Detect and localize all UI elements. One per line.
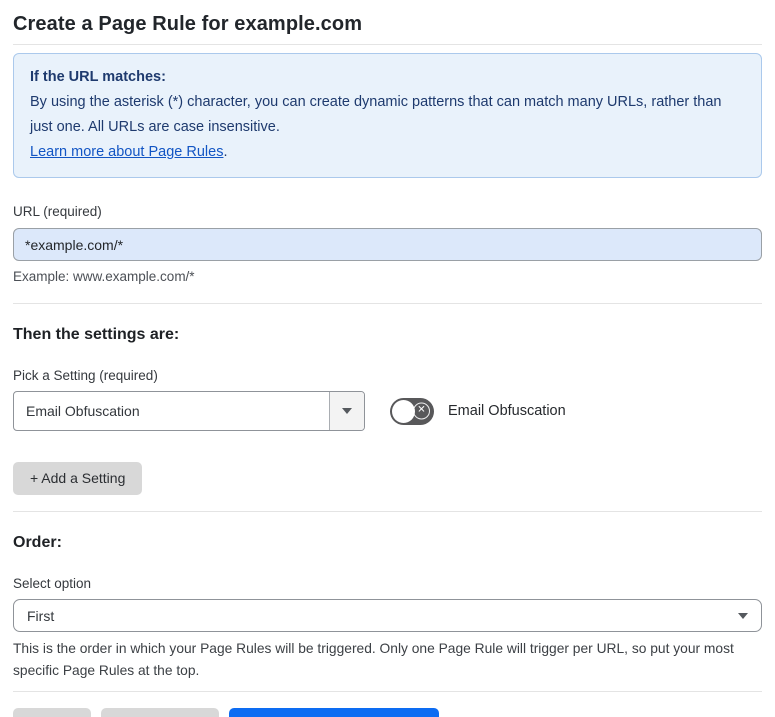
save-and-deploy-button[interactable]: Save and Deploy Page Rule — [229, 708, 440, 717]
pick-setting-label: Pick a Setting (required) — [13, 368, 158, 383]
link-suffix: . — [223, 144, 228, 160]
setting-row: Email Obfuscation ✕ Email Obfuscation — [13, 391, 762, 431]
chevron-down-icon — [738, 612, 748, 619]
footer-divider — [13, 691, 762, 692]
order-select-value: First — [27, 607, 55, 624]
email-obfuscation-toggle[interactable]: ✕ — [390, 397, 434, 425]
order-section-heading: Order: — [13, 534, 62, 551]
footer-actions: Cancel Save as Draft Save and Deploy Pag… — [13, 708, 762, 717]
url-field-label: URL (required) — [13, 204, 102, 219]
page-title: Create a Page Rule for example.com — [13, 13, 363, 35]
title-divider — [13, 44, 762, 45]
url-section-divider — [13, 303, 762, 304]
setting-select-arrow-button[interactable] — [329, 392, 364, 430]
toggle-knob — [392, 399, 415, 423]
url-input[interactable] — [13, 228, 762, 261]
url-match-info-box: If the URL matches: By using the asteris… — [13, 53, 762, 178]
info-box-link-line: Learn more about Page Rules. — [30, 140, 745, 165]
settings-section-divider — [13, 511, 762, 512]
order-description: This is the order in which your Page Rul… — [13, 641, 734, 678]
info-box-heading: If the URL matches: — [30, 69, 166, 85]
info-box-body: By using the asterisk (*) character, you… — [30, 94, 722, 135]
order-select-label: Select option — [13, 576, 92, 591]
url-example-text: Example: www.example.com/* — [13, 269, 195, 284]
chevron-down-icon — [342, 408, 352, 414]
cancel-button[interactable]: Cancel — [13, 708, 91, 717]
settings-section-heading: Then the settings are: — [13, 326, 180, 343]
setting-select-value: Email Obfuscation — [26, 403, 140, 419]
order-select-dropdown[interactable]: First — [13, 599, 762, 632]
toggle-label: Email Obfuscation — [448, 403, 566, 419]
add-setting-button[interactable]: + Add a Setting — [13, 462, 143, 495]
learn-more-link[interactable]: Learn more about Page Rules — [30, 144, 223, 160]
setting-select-dropdown[interactable]: Email Obfuscation — [13, 391, 365, 431]
save-as-draft-button[interactable]: Save as Draft — [100, 708, 220, 717]
toggle-off-x-icon: ✕ — [413, 402, 430, 420]
